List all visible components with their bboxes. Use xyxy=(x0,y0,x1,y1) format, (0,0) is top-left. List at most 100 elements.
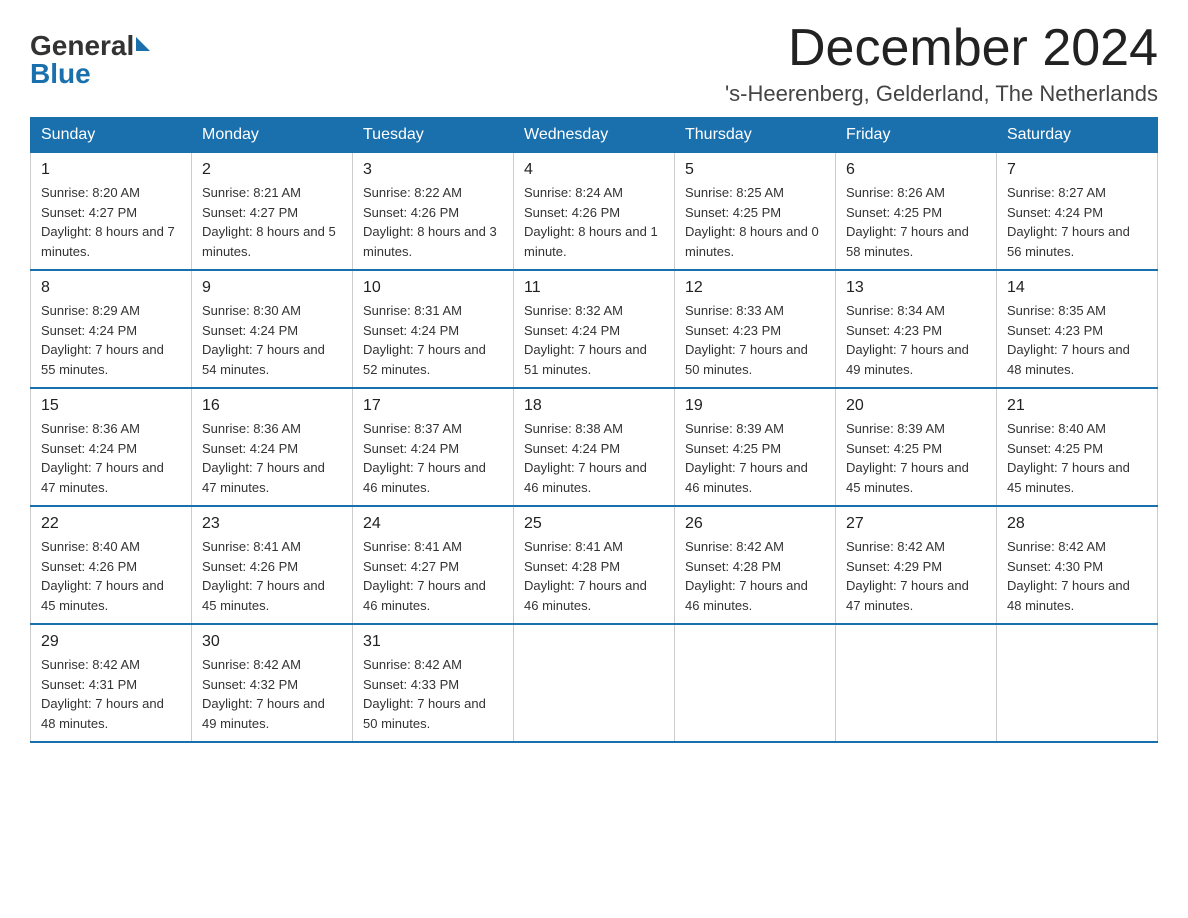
calendar-cell: 11 Sunrise: 8:32 AM Sunset: 4:24 PM Dayl… xyxy=(514,270,675,388)
calendar-cell: 10 Sunrise: 8:31 AM Sunset: 4:24 PM Dayl… xyxy=(353,270,514,388)
calendar-cell: 17 Sunrise: 8:37 AM Sunset: 4:24 PM Dayl… xyxy=(353,388,514,506)
title-block: December 2024 's-Heerenberg, Gelderland,… xyxy=(725,20,1158,107)
day-number: 14 xyxy=(1007,279,1147,297)
calendar-cell: 8 Sunrise: 8:29 AM Sunset: 4:24 PM Dayli… xyxy=(31,270,192,388)
calendar-cell xyxy=(675,624,836,742)
calendar-cell: 29 Sunrise: 8:42 AM Sunset: 4:31 PM Dayl… xyxy=(31,624,192,742)
calendar-cell: 16 Sunrise: 8:36 AM Sunset: 4:24 PM Dayl… xyxy=(192,388,353,506)
page-header: General Blue December 2024 's-Heerenberg… xyxy=(30,20,1158,107)
header-thursday: Thursday xyxy=(675,118,836,153)
day-number: 2 xyxy=(202,161,342,179)
day-info: Sunrise: 8:41 AM Sunset: 4:26 PM Dayligh… xyxy=(202,537,342,615)
day-info: Sunrise: 8:21 AM Sunset: 4:27 PM Dayligh… xyxy=(202,183,342,261)
calendar-cell: 7 Sunrise: 8:27 AM Sunset: 4:24 PM Dayli… xyxy=(997,153,1158,271)
calendar-cell: 2 Sunrise: 8:21 AM Sunset: 4:27 PM Dayli… xyxy=(192,153,353,271)
day-number: 9 xyxy=(202,279,342,297)
day-number: 13 xyxy=(846,279,986,297)
calendar-cell: 18 Sunrise: 8:38 AM Sunset: 4:24 PM Dayl… xyxy=(514,388,675,506)
day-info: Sunrise: 8:32 AM Sunset: 4:24 PM Dayligh… xyxy=(524,301,664,379)
calendar-cell: 14 Sunrise: 8:35 AM Sunset: 4:23 PM Dayl… xyxy=(997,270,1158,388)
day-info: Sunrise: 8:37 AM Sunset: 4:24 PM Dayligh… xyxy=(363,419,503,497)
header-sunday: Sunday xyxy=(31,118,192,153)
day-info: Sunrise: 8:40 AM Sunset: 4:25 PM Dayligh… xyxy=(1007,419,1147,497)
calendar-cell: 28 Sunrise: 8:42 AM Sunset: 4:30 PM Dayl… xyxy=(997,506,1158,624)
day-info: Sunrise: 8:39 AM Sunset: 4:25 PM Dayligh… xyxy=(846,419,986,497)
day-info: Sunrise: 8:20 AM Sunset: 4:27 PM Dayligh… xyxy=(41,183,181,261)
day-number: 21 xyxy=(1007,397,1147,415)
day-info: Sunrise: 8:38 AM Sunset: 4:24 PM Dayligh… xyxy=(524,419,664,497)
day-info: Sunrise: 8:42 AM Sunset: 4:33 PM Dayligh… xyxy=(363,655,503,733)
calendar-cell: 19 Sunrise: 8:39 AM Sunset: 4:25 PM Dayl… xyxy=(675,388,836,506)
logo-arrow-icon xyxy=(136,37,150,51)
calendar-cell: 30 Sunrise: 8:42 AM Sunset: 4:32 PM Dayl… xyxy=(192,624,353,742)
day-number: 27 xyxy=(846,515,986,533)
day-info: Sunrise: 8:42 AM Sunset: 4:30 PM Dayligh… xyxy=(1007,537,1147,615)
calendar-header-row: SundayMondayTuesdayWednesdayThursdayFrid… xyxy=(31,118,1158,153)
day-number: 4 xyxy=(524,161,664,179)
day-number: 5 xyxy=(685,161,825,179)
calendar-week-4: 22 Sunrise: 8:40 AM Sunset: 4:26 PM Dayl… xyxy=(31,506,1158,624)
day-number: 23 xyxy=(202,515,342,533)
calendar-cell: 1 Sunrise: 8:20 AM Sunset: 4:27 PM Dayli… xyxy=(31,153,192,271)
day-number: 16 xyxy=(202,397,342,415)
day-number: 15 xyxy=(41,397,181,415)
calendar-cell: 20 Sunrise: 8:39 AM Sunset: 4:25 PM Dayl… xyxy=(836,388,997,506)
day-number: 12 xyxy=(685,279,825,297)
calendar-cell: 4 Sunrise: 8:24 AM Sunset: 4:26 PM Dayli… xyxy=(514,153,675,271)
calendar-cell: 13 Sunrise: 8:34 AM Sunset: 4:23 PM Dayl… xyxy=(836,270,997,388)
day-info: Sunrise: 8:29 AM Sunset: 4:24 PM Dayligh… xyxy=(41,301,181,379)
header-friday: Friday xyxy=(836,118,997,153)
calendar-cell: 15 Sunrise: 8:36 AM Sunset: 4:24 PM Dayl… xyxy=(31,388,192,506)
day-info: Sunrise: 8:26 AM Sunset: 4:25 PM Dayligh… xyxy=(846,183,986,261)
day-number: 17 xyxy=(363,397,503,415)
day-number: 8 xyxy=(41,279,181,297)
day-number: 6 xyxy=(846,161,986,179)
calendar-cell xyxy=(514,624,675,742)
day-info: Sunrise: 8:25 AM Sunset: 4:25 PM Dayligh… xyxy=(685,183,825,261)
logo: General Blue xyxy=(30,30,150,90)
day-number: 31 xyxy=(363,633,503,651)
day-info: Sunrise: 8:42 AM Sunset: 4:32 PM Dayligh… xyxy=(202,655,342,733)
day-number: 26 xyxy=(685,515,825,533)
day-info: Sunrise: 8:41 AM Sunset: 4:27 PM Dayligh… xyxy=(363,537,503,615)
day-number: 7 xyxy=(1007,161,1147,179)
day-number: 1 xyxy=(41,161,181,179)
day-info: Sunrise: 8:36 AM Sunset: 4:24 PM Dayligh… xyxy=(202,419,342,497)
day-number: 24 xyxy=(363,515,503,533)
day-info: Sunrise: 8:40 AM Sunset: 4:26 PM Dayligh… xyxy=(41,537,181,615)
month-title: December 2024 xyxy=(725,20,1158,77)
calendar-cell: 22 Sunrise: 8:40 AM Sunset: 4:26 PM Dayl… xyxy=(31,506,192,624)
day-number: 28 xyxy=(1007,515,1147,533)
day-number: 25 xyxy=(524,515,664,533)
day-info: Sunrise: 8:42 AM Sunset: 4:31 PM Dayligh… xyxy=(41,655,181,733)
calendar-cell: 31 Sunrise: 8:42 AM Sunset: 4:33 PM Dayl… xyxy=(353,624,514,742)
day-info: Sunrise: 8:39 AM Sunset: 4:25 PM Dayligh… xyxy=(685,419,825,497)
calendar-cell: 21 Sunrise: 8:40 AM Sunset: 4:25 PM Dayl… xyxy=(997,388,1158,506)
day-number: 30 xyxy=(202,633,342,651)
calendar-cell: 26 Sunrise: 8:42 AM Sunset: 4:28 PM Dayl… xyxy=(675,506,836,624)
logo-blue: Blue xyxy=(30,58,91,90)
calendar-cell xyxy=(836,624,997,742)
header-wednesday: Wednesday xyxy=(514,118,675,153)
day-number: 19 xyxy=(685,397,825,415)
day-info: Sunrise: 8:33 AM Sunset: 4:23 PM Dayligh… xyxy=(685,301,825,379)
calendar-week-1: 1 Sunrise: 8:20 AM Sunset: 4:27 PM Dayli… xyxy=(31,153,1158,271)
calendar-cell xyxy=(997,624,1158,742)
calendar-cell: 24 Sunrise: 8:41 AM Sunset: 4:27 PM Dayl… xyxy=(353,506,514,624)
day-info: Sunrise: 8:42 AM Sunset: 4:29 PM Dayligh… xyxy=(846,537,986,615)
calendar-cell: 23 Sunrise: 8:41 AM Sunset: 4:26 PM Dayl… xyxy=(192,506,353,624)
calendar-cell: 25 Sunrise: 8:41 AM Sunset: 4:28 PM Dayl… xyxy=(514,506,675,624)
calendar-week-5: 29 Sunrise: 8:42 AM Sunset: 4:31 PM Dayl… xyxy=(31,624,1158,742)
calendar-cell: 27 Sunrise: 8:42 AM Sunset: 4:29 PM Dayl… xyxy=(836,506,997,624)
day-number: 10 xyxy=(363,279,503,297)
day-info: Sunrise: 8:24 AM Sunset: 4:26 PM Dayligh… xyxy=(524,183,664,261)
day-info: Sunrise: 8:31 AM Sunset: 4:24 PM Dayligh… xyxy=(363,301,503,379)
header-monday: Monday xyxy=(192,118,353,153)
day-info: Sunrise: 8:27 AM Sunset: 4:24 PM Dayligh… xyxy=(1007,183,1147,261)
header-saturday: Saturday xyxy=(997,118,1158,153)
day-info: Sunrise: 8:42 AM Sunset: 4:28 PM Dayligh… xyxy=(685,537,825,615)
calendar-week-3: 15 Sunrise: 8:36 AM Sunset: 4:24 PM Dayl… xyxy=(31,388,1158,506)
calendar-table: SundayMondayTuesdayWednesdayThursdayFrid… xyxy=(30,117,1158,743)
day-info: Sunrise: 8:34 AM Sunset: 4:23 PM Dayligh… xyxy=(846,301,986,379)
day-number: 3 xyxy=(363,161,503,179)
